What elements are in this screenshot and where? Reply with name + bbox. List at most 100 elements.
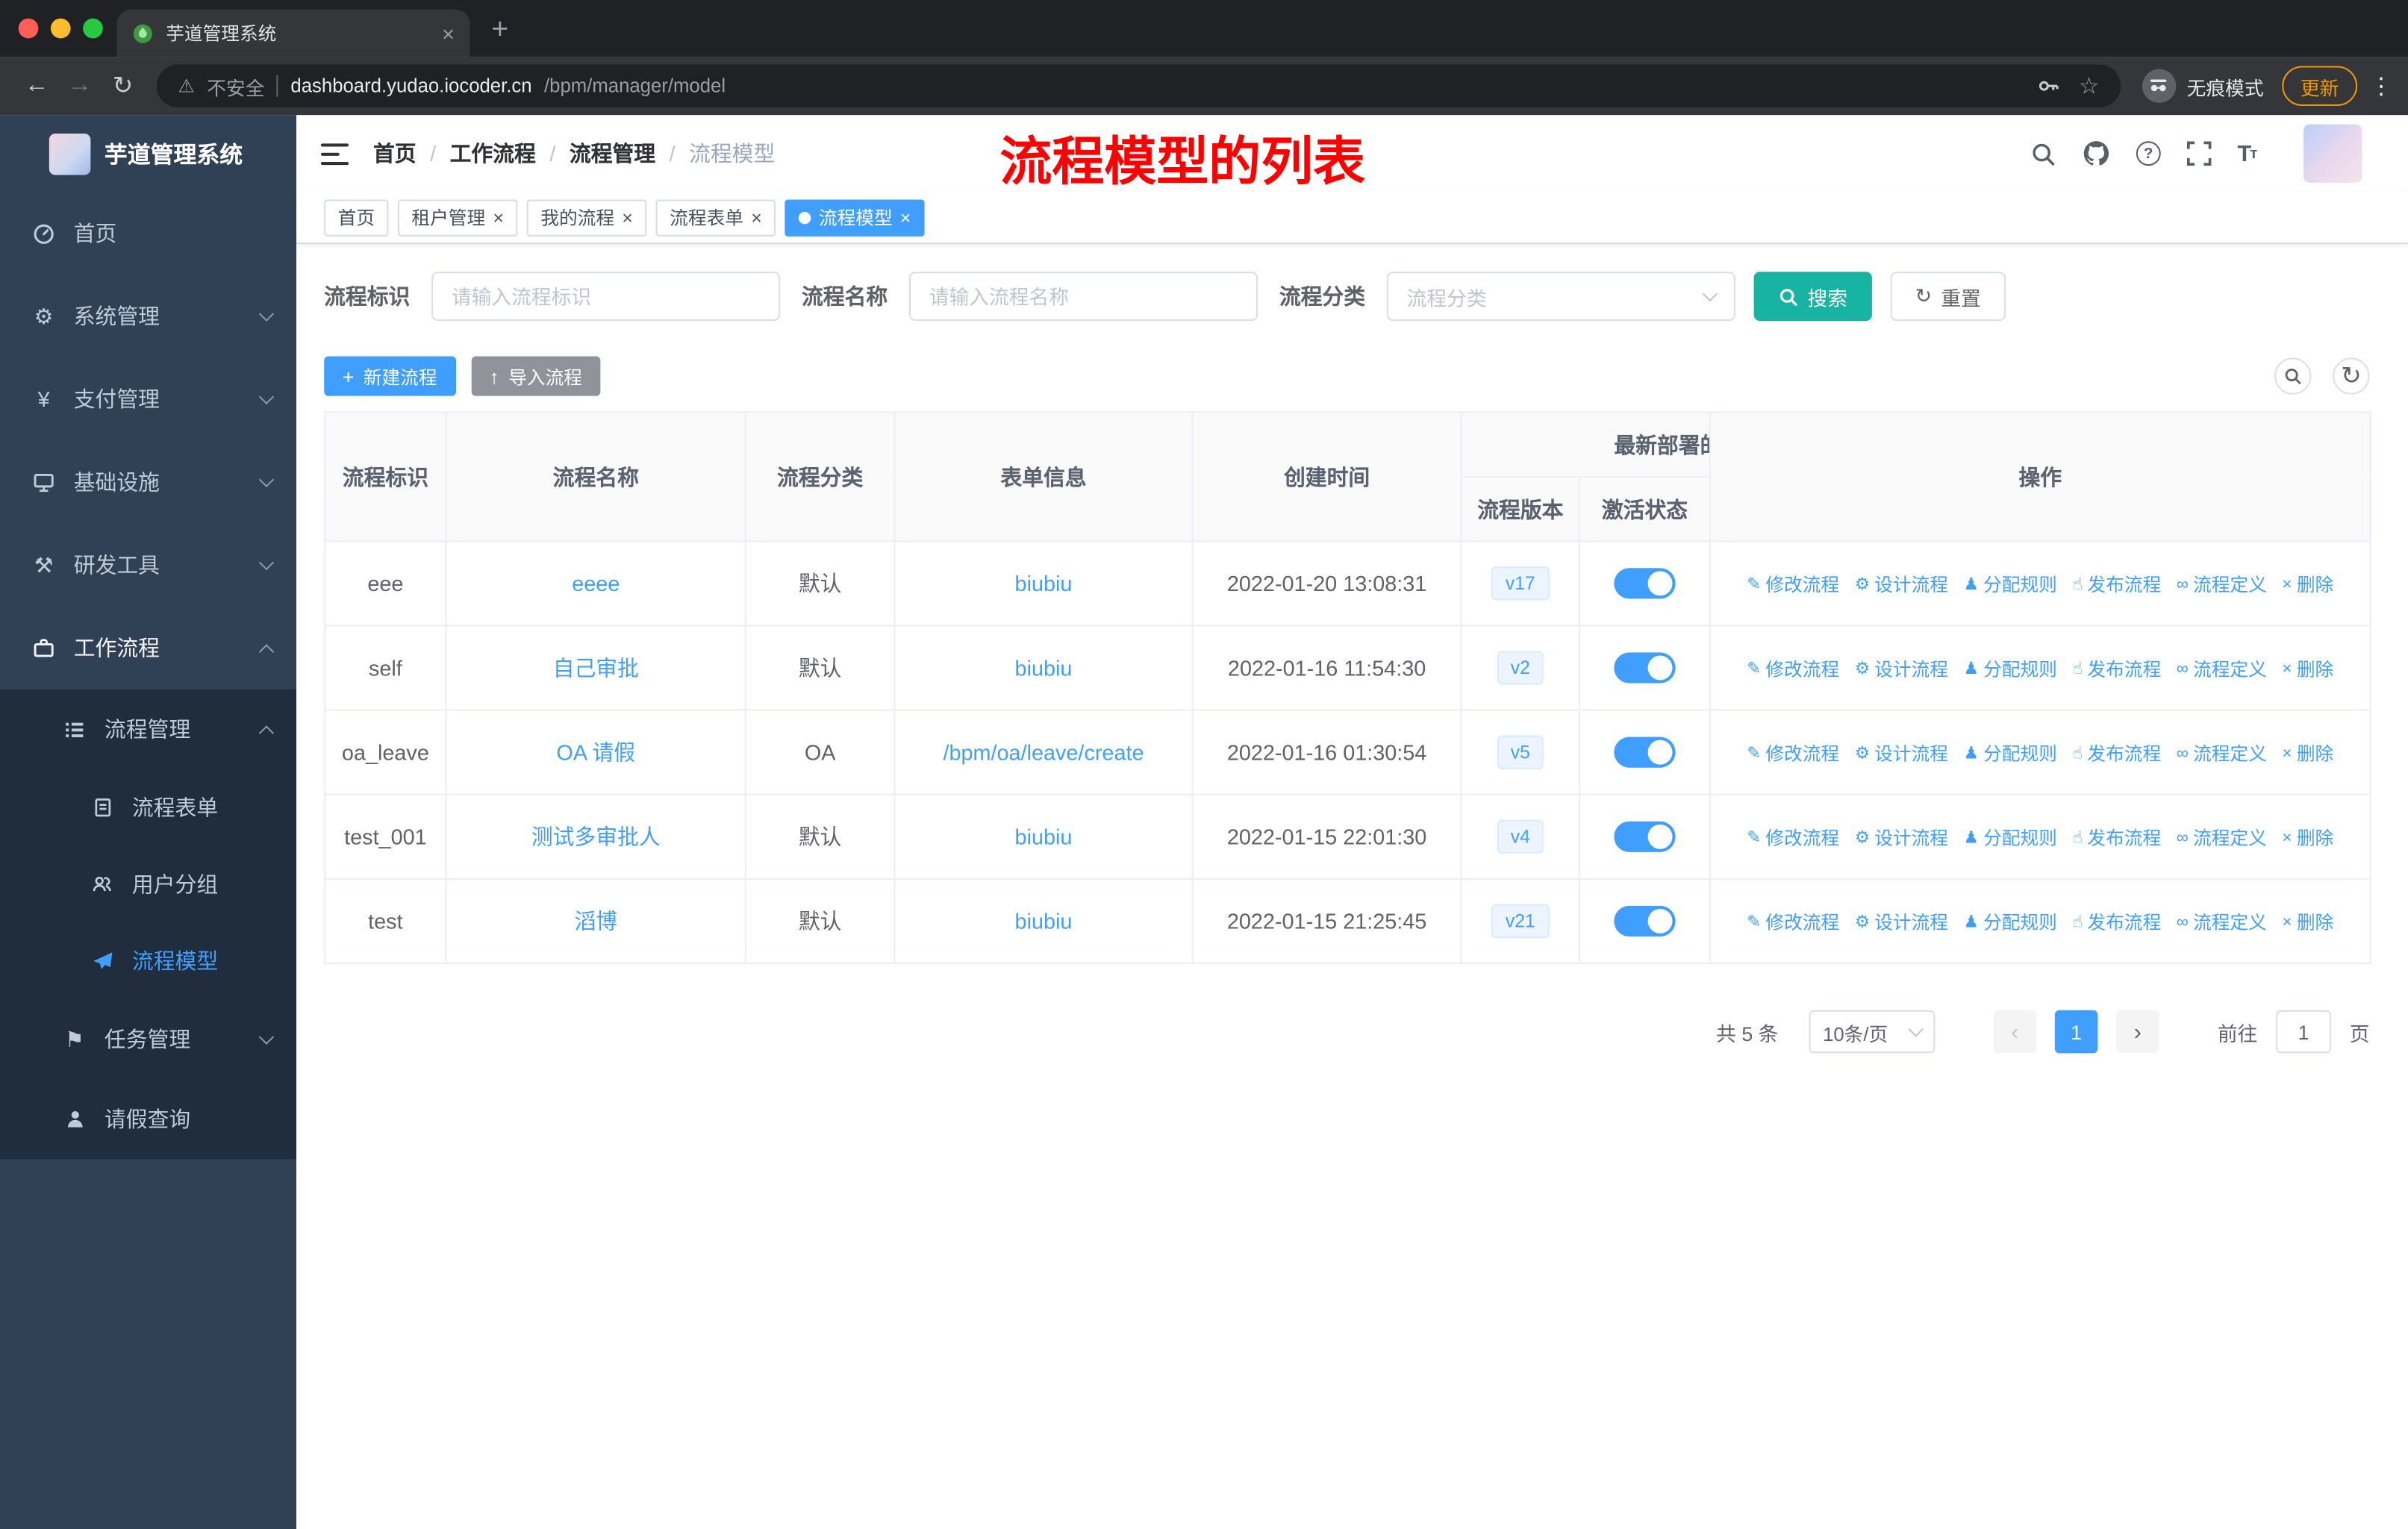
bookmark-star-icon[interactable]: ☆ <box>2079 72 2100 100</box>
delete-process-link[interactable]: × 删除 <box>2282 656 2333 682</box>
publish-process-link[interactable]: ☝ 发布流程 <box>2072 824 2161 850</box>
tag-process-model[interactable]: 流程模型 × <box>785 198 925 236</box>
font-size-icon[interactable]: Tт <box>2237 140 2257 166</box>
breadcrumb-home[interactable]: 首页 <box>373 138 417 169</box>
process-key-input[interactable] <box>431 272 781 321</box>
delete-process-link[interactable]: × 删除 <box>2282 572 2333 598</box>
form-info-link[interactable]: biubiu <box>1015 571 1073 595</box>
process-definition-link[interactable]: ∞ 流程定义 <box>2177 909 2267 935</box>
sidebar-item-process-mgmt[interactable]: 流程管理 <box>0 690 296 769</box>
process-name-link[interactable]: 自己审批 <box>553 656 639 681</box>
process-name-link[interactable]: OA 请假 <box>556 740 635 765</box>
process-definition-link[interactable]: ∞ 流程定义 <box>2177 825 2267 851</box>
edit-process-link[interactable]: ✎ 修改流程 <box>1747 740 1839 766</box>
design-process-link[interactable]: ⚙ 设计流程 <box>1855 740 1948 766</box>
breadcrumb-process-mgmt[interactable]: 流程管理 <box>570 138 655 169</box>
delete-process-link[interactable]: × 删除 <box>2282 740 2333 766</box>
form-info-link[interactable]: biubiu <box>1015 909 1073 934</box>
assign-rules-link[interactable]: ♟ 分配规则 <box>1964 908 2057 934</box>
browser-tab[interactable]: 芋道管理系统 × <box>116 9 470 57</box>
delete-process-link[interactable]: × 删除 <box>2282 909 2333 935</box>
delete-process-link[interactable]: × 删除 <box>2282 825 2333 851</box>
design-process-link[interactable]: ⚙ 设计流程 <box>1855 571 1948 597</box>
zoom-window-button[interactable] <box>83 18 103 39</box>
sidebar-item-process-model[interactable]: 流程模型 <box>0 922 296 999</box>
sidebar-item-task-mgmt[interactable]: ⚑ 任务管理 <box>0 999 296 1079</box>
process-name-link[interactable]: eeee <box>572 571 620 595</box>
sidebar-item-devtools[interactable]: ⚒ 研发工具 <box>0 524 296 607</box>
design-process-link[interactable]: ⚙ 设计流程 <box>1855 908 1948 934</box>
app-logo[interactable]: 芋道管理系统 <box>0 115 296 192</box>
sidebar-fold-icon[interactable] <box>320 142 349 165</box>
assign-rules-link[interactable]: ♟ 分配规则 <box>1964 571 2057 597</box>
active-status-toggle[interactable] <box>1614 737 1676 768</box>
design-process-link[interactable]: ⚙ 设计流程 <box>1855 824 1948 850</box>
tab-close-icon[interactable]: × <box>442 21 455 46</box>
help-icon[interactable]: ? <box>2136 141 2161 166</box>
browser-menu-icon[interactable]: ⋮ <box>2370 72 2393 100</box>
assign-rules-link[interactable]: ♟ 分配规则 <box>1964 740 2057 766</box>
tag-close-icon[interactable]: × <box>900 207 911 228</box>
sidebar-item-leave-query[interactable]: 请假查询 <box>0 1079 296 1159</box>
tag-my-process[interactable]: 我的流程 × <box>526 198 647 236</box>
next-page-button[interactable]: › <box>2116 1010 2159 1054</box>
edit-process-link[interactable]: ✎ 修改流程 <box>1747 908 1839 934</box>
tag-tenant-mgmt[interactable]: 租户管理 × <box>397 198 518 236</box>
process-name-input[interactable] <box>908 272 1258 321</box>
import-process-button[interactable]: ↑ 导入流程 <box>470 356 601 396</box>
toggle-search-button[interactable] <box>2274 357 2312 395</box>
sidebar-item-user-group[interactable]: 用户分组 <box>0 846 296 923</box>
process-definition-link[interactable]: ∞ 流程定义 <box>2177 572 2267 598</box>
process-name-link[interactable]: 测试多审批人 <box>531 825 661 849</box>
search-button[interactable]: 搜索 <box>1753 272 1873 321</box>
tag-close-icon[interactable]: × <box>751 207 761 228</box>
active-status-toggle[interactable] <box>1614 821 1676 852</box>
sidebar-item-system[interactable]: ⚙ 系统管理 <box>0 275 296 357</box>
tag-close-icon[interactable]: × <box>622 207 632 228</box>
password-key-icon[interactable] <box>2036 74 2060 99</box>
github-icon[interactable] <box>2083 140 2110 167</box>
publish-process-link[interactable]: ☝ 发布流程 <box>2072 655 2161 681</box>
page-number-1[interactable]: 1 <box>2054 1010 2098 1054</box>
create-process-button[interactable]: + 新建流程 <box>324 356 456 396</box>
refresh-table-button[interactable]: ↻ <box>2333 357 2370 395</box>
goto-page-input[interactable] <box>2276 1010 2332 1054</box>
search-icon[interactable] <box>2030 140 2056 166</box>
process-definition-link[interactable]: ∞ 流程定义 <box>2177 656 2267 682</box>
form-info-link[interactable]: /bpm/oa/leave/create <box>943 740 1144 765</box>
category-select[interactable]: 流程分类 <box>1386 272 1735 321</box>
sidebar-item-home[interactable]: 首页 <box>0 192 296 275</box>
sidebar-item-infra[interactable]: 基础设施 <box>0 440 296 523</box>
assign-rules-link[interactable]: ♟ 分配规则 <box>1964 824 2057 850</box>
process-definition-link[interactable]: ∞ 流程定义 <box>2177 740 2267 766</box>
fullscreen-icon[interactable] <box>2186 141 2212 166</box>
sidebar-item-process-form[interactable]: 流程表单 <box>0 769 296 846</box>
active-status-toggle[interactable] <box>1614 905 1676 937</box>
minimize-window-button[interactable] <box>50 18 71 39</box>
breadcrumb-workflow[interactable]: 工作流程 <box>450 138 536 169</box>
publish-process-link[interactable]: ☝ 发布流程 <box>2072 571 2161 597</box>
edit-process-link[interactable]: ✎ 修改流程 <box>1747 655 1839 681</box>
assign-rules-link[interactable]: ♟ 分配规则 <box>1964 655 2057 681</box>
design-process-link[interactable]: ⚙ 设计流程 <box>1855 655 1948 681</box>
page-size-select[interactable]: 10条/页 <box>1809 1010 1936 1054</box>
sidebar-item-payment[interactable]: ¥ 支付管理 <box>0 357 296 440</box>
forward-icon[interactable]: → <box>58 72 102 100</box>
tag-home[interactable]: 首页 <box>324 198 389 236</box>
prev-page-button[interactable]: ‹ <box>1993 1010 2037 1054</box>
active-status-toggle[interactable] <box>1614 568 1676 599</box>
user-avatar[interactable] <box>2303 124 2362 183</box>
reset-button[interactable]: ↻ 重置 <box>1890 272 2006 321</box>
tag-process-form[interactable]: 流程表单 × <box>655 198 776 236</box>
sidebar-item-workflow[interactable]: 工作流程 <box>0 607 296 690</box>
edit-process-link[interactable]: ✎ 修改流程 <box>1747 571 1839 597</box>
close-window-button[interactable] <box>18 18 39 39</box>
back-icon[interactable]: ← <box>16 72 59 100</box>
process-name-link[interactable]: 滔博 <box>574 909 617 934</box>
form-info-link[interactable]: biubiu <box>1015 825 1073 849</box>
edit-process-link[interactable]: ✎ 修改流程 <box>1747 824 1839 850</box>
publish-process-link[interactable]: ☝ 发布流程 <box>2072 740 2161 766</box>
form-info-link[interactable]: biubiu <box>1015 656 1073 681</box>
publish-process-link[interactable]: ☝ 发布流程 <box>2072 908 2161 934</box>
reload-icon[interactable]: ↻ <box>102 71 145 101</box>
